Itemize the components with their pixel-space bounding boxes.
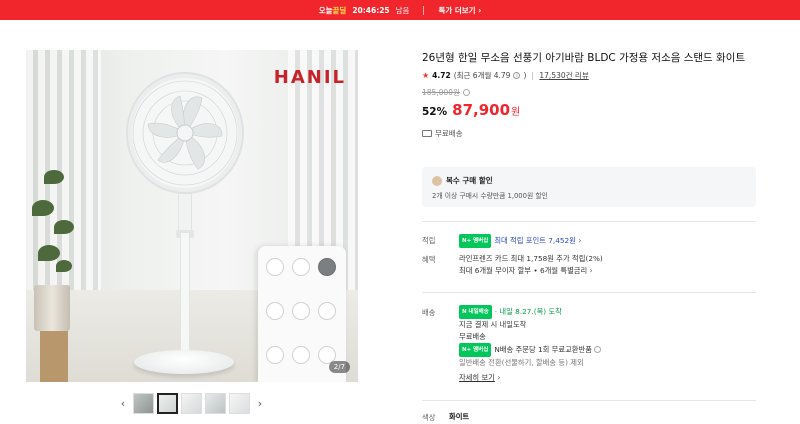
thumbnail-4[interactable]	[205, 393, 226, 414]
thumbnail-strip: ‹ ›	[116, 393, 267, 414]
fan-blades-graphic	[132, 80, 238, 186]
deal-timer-suffix: 남음	[395, 5, 410, 15]
thumbnail-prev-button[interactable]: ‹	[116, 394, 130, 414]
image-plant-leaf	[56, 260, 72, 272]
thumbnail-1[interactable]	[133, 393, 154, 414]
product-info: 26년형 한일 무소음 선풍기 아기바람 BLDC 가정용 저소음 스탠드 화이…	[422, 51, 762, 139]
image-counter: 2/7	[328, 361, 350, 373]
multi-buy-title-row: 복수 구매 할인	[432, 175, 493, 186]
chevron-right-icon: ›	[497, 373, 501, 382]
perk-card: 라인프렌즈 카드 최대 1,758원 추가 적립(2%)	[459, 254, 603, 263]
brand-logo: HANIL	[273, 67, 346, 88]
multi-buy-title: 복수 구매 할인	[446, 176, 493, 185]
thumbnail-next-button[interactable]: ›	[253, 394, 267, 414]
multi-buy-discount-box: 복수 구매 할인 2개 이상 구매시 수량만큼 1,000원 할인	[422, 167, 756, 207]
details-link[interactable]: 자세히 보기	[459, 373, 495, 382]
delivery-line: 무료배송	[459, 332, 486, 341]
delivery-note: 일반배송 전환(선물하기, 할배송 등) 제외	[459, 358, 584, 367]
free-shipping-text: 무료배송	[435, 129, 463, 138]
points-row[interactable]: N+ 멤버십 최대 적립 포인트 7,452원 ›	[459, 234, 581, 248]
deal-timer: 20:46:25	[352, 5, 390, 15]
thumbnail-2[interactable]	[157, 393, 178, 414]
delivery-eta: · 내일 8.27.(목) 도착	[494, 307, 562, 316]
deal-banner: 오늘끝딜 20:46:25 남음 특가 더보기 ›	[0, 0, 800, 20]
perk-installment[interactable]: 최대 6개월 무이자 할부 • 6개월 특별금리 ›	[459, 265, 603, 277]
npay-membership-badge: N+ 멤버십	[459, 343, 492, 357]
section-divider	[422, 400, 756, 401]
image-plant-leaf	[38, 245, 60, 261]
thumbnail-3[interactable]	[181, 393, 202, 414]
rating-recent-close: )	[523, 71, 527, 80]
image-plant-pot	[34, 285, 70, 331]
remote-button	[266, 302, 284, 320]
delivery-info: N 내일배송 · 내일 8.27.(목) 도착 지금 결제 시 내일도착 무료배송…	[459, 305, 602, 384]
thumbnail-5[interactable]	[229, 393, 250, 414]
rating-recent: (최근 6개월 4.79	[453, 71, 511, 80]
delivery-label: 배송	[422, 308, 436, 317]
image-plant-leaf	[54, 220, 74, 234]
max-points-link[interactable]: 최대 적립 포인트 7,452원	[494, 236, 576, 245]
perks-list: 라인프렌즈 카드 최대 1,758원 추가 적립(2%) 최대 6개월 무이자 …	[459, 253, 603, 277]
rating-row: ★ 4.72 (최근 6개월 4.79 i ) 17,530건 리뷰	[422, 70, 762, 81]
divider	[532, 71, 534, 80]
points-label: 적립	[422, 236, 436, 245]
chevron-right-icon: ›	[478, 5, 482, 15]
deal-badge: 오늘끝딜	[318, 5, 347, 15]
coin-icon	[432, 175, 442, 186]
remote-button	[266, 346, 284, 364]
price-row: 52% 87,900 원	[422, 101, 762, 119]
chevron-right-icon: ›	[589, 266, 593, 275]
price-unit: 원	[511, 107, 521, 118]
image-plant-leaf	[44, 170, 64, 184]
delivery-details-row: 자세히 보기 ›	[459, 372, 601, 384]
free-shipping-row: 무료배송	[422, 128, 762, 139]
fan-neck	[178, 193, 192, 233]
multi-buy-desc: 2개 이상 구매시 수량만큼 1,000원 할인	[432, 192, 548, 200]
perks-label: 혜택	[422, 255, 436, 264]
fan-pole	[180, 232, 190, 362]
more-deals-link[interactable]: 특가 더보기 ›	[438, 5, 481, 16]
divider	[423, 5, 425, 15]
free-return-row: N+ 멤버십 N배송 주문당 1회 무료교환반품	[459, 343, 602, 357]
original-price: 185,000원	[422, 88, 460, 97]
truck-icon	[422, 130, 432, 137]
discount-rate: 52%	[422, 106, 448, 118]
npay-membership-badge: N+ 멤버십	[459, 234, 492, 248]
sale-price: 87,900	[452, 101, 511, 119]
main-product-image[interactable]: HANIL 2/7	[26, 50, 358, 382]
section-divider	[422, 221, 756, 222]
remote-button	[318, 302, 336, 320]
info-icon[interactable]	[594, 346, 602, 353]
image-stool	[40, 330, 68, 382]
fan-head	[126, 72, 244, 194]
color-option-label: 색상	[422, 413, 436, 422]
product-title: 26년형 한일 무소음 선풍기 아기바람 BLDC 가정용 저소음 스탠드 화이…	[422, 52, 746, 64]
remote-button	[292, 346, 310, 364]
reviews-link[interactable]: 17,530건 리뷰	[539, 70, 588, 81]
fan-base	[134, 350, 234, 374]
delivery-line: 지금 결제 시 내일도착	[459, 320, 527, 329]
rating-score: 4.72	[432, 71, 451, 80]
tomorrow-delivery-badge: N 내일배송	[459, 305, 492, 319]
star-icon: ★	[422, 71, 430, 80]
remote-power-button	[318, 258, 336, 276]
color-option-value[interactable]: 화이트	[449, 411, 469, 423]
section-divider	[422, 292, 756, 293]
delivery-eta-row: N 내일배송 · 내일 8.27.(목) 도착	[459, 305, 601, 319]
price-info-icon[interactable]	[462, 89, 470, 96]
remote-button	[292, 258, 310, 276]
remote-button	[266, 258, 284, 276]
chevron-right-icon: ›	[578, 236, 582, 245]
image-plant-leaf	[32, 200, 54, 216]
info-icon[interactable]: i	[513, 72, 521, 79]
remote-button	[292, 302, 310, 320]
original-price-row: 185,000원	[422, 87, 762, 98]
